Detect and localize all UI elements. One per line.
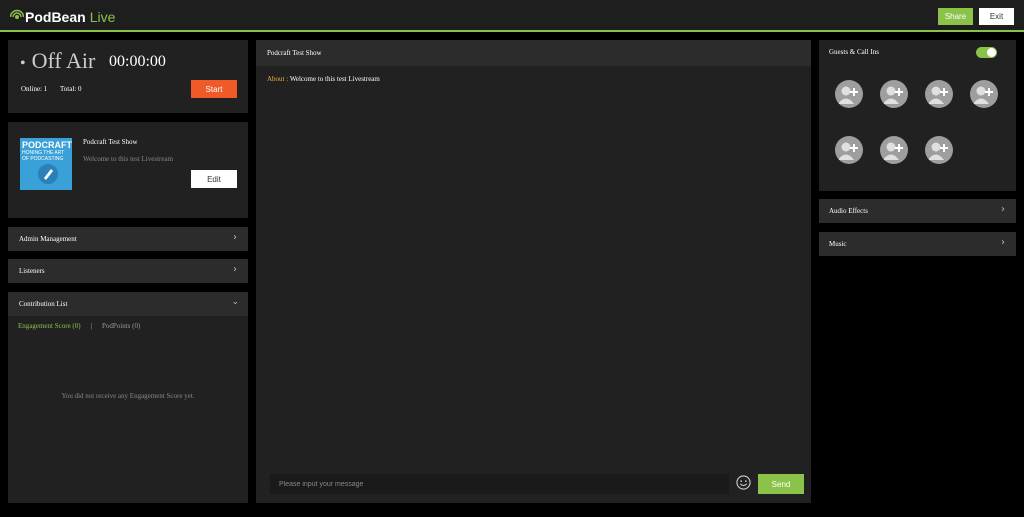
chevron-down-icon: ⌄ [231, 297, 239, 307]
air-status: • Off Air [20, 48, 95, 74]
contribution-list-header[interactable]: Contribution List ⌄ [8, 292, 248, 316]
section-label: Admin Management [19, 235, 77, 243]
about-label: About : [267, 75, 289, 83]
share-button[interactable]: Share [938, 8, 973, 25]
add-guest-icon [838, 86, 858, 104]
contribution-list-panel: Contribution List ⌄ Engagement Score (0)… [8, 292, 248, 503]
add-guest-icon [838, 142, 858, 160]
about-line: About : Welcome to this test Livestream [267, 75, 380, 83]
music-section[interactable]: Music › [819, 232, 1016, 256]
chevron-right-icon: › [1001, 237, 1005, 248]
show-description: Welcome to this test Livestream [83, 155, 174, 163]
emoji-icon[interactable] [736, 475, 751, 490]
total-count: Total: 0 [60, 85, 82, 93]
add-guest-slot[interactable] [925, 80, 953, 108]
chat-header: Podcraft Test Show [256, 40, 811, 66]
chevron-right-icon: › [233, 264, 237, 275]
add-guest-icon [973, 86, 993, 104]
show-cover-image: PODCRAFT HONING THE ART OF PODCASTING [20, 138, 72, 190]
microphone-icon [38, 164, 58, 184]
add-guest-icon [883, 86, 903, 104]
add-guest-slot[interactable] [880, 80, 908, 108]
edit-button[interactable]: Edit [191, 170, 237, 188]
listeners-section[interactable]: Listeners › [8, 259, 248, 283]
add-guest-icon [928, 86, 948, 104]
broadcast-icon [10, 9, 24, 19]
guests-panel: Guests & Call Ins [819, 40, 1016, 191]
add-guest-slot[interactable] [970, 80, 998, 108]
contribution-list-title: Contribution List [19, 300, 68, 308]
section-label: Listeners [19, 267, 45, 275]
guests-title: Guests & Call Ins [829, 48, 879, 56]
broadcast-status-panel: • Off Air 00:00:00 Online: 1 Total: 0 St… [8, 40, 248, 113]
podbean-logo[interactable]: PodBean Live [10, 8, 115, 26]
about-text: Welcome to this test Livestream [289, 75, 380, 83]
chat-panel: Podcraft Test Show About : Welcome to th… [256, 40, 811, 503]
toggle-knob [987, 48, 996, 57]
section-label: Audio Effects [829, 207, 868, 215]
admin-management-section[interactable]: Admin Management › [8, 227, 248, 251]
cover-title: PODCRAFT [22, 140, 72, 150]
chevron-right-icon: › [1001, 204, 1005, 215]
logo-live-text: Live [89, 9, 116, 25]
add-guest-slot[interactable] [925, 136, 953, 164]
add-guest-icon [928, 142, 948, 160]
add-guest-icon [883, 142, 903, 160]
send-button[interactable]: Send [758, 474, 804, 494]
show-title: Podcraft Test Show [83, 138, 138, 146]
add-guest-slot[interactable] [835, 80, 863, 108]
exit-button[interactable]: Exit [979, 8, 1014, 25]
add-guest-slot[interactable] [835, 136, 863, 164]
chat-title: Podcraft Test Show [267, 49, 322, 57]
air-status-text: Off Air [31, 48, 96, 73]
tab-podpoints[interactable]: PodPoints (0) [102, 322, 140, 330]
start-button[interactable]: Start [191, 80, 237, 98]
logo-text: PodBean [25, 9, 86, 25]
audio-effects-section[interactable]: Audio Effects › [819, 199, 1016, 223]
contribution-tabs: Engagement Score (0) | PodPoints (0) [18, 322, 140, 330]
tab-separator: | [90, 322, 92, 330]
message-input[interactable] [270, 474, 729, 494]
chevron-right-icon: › [233, 232, 237, 243]
status-dot-icon: • [20, 55, 26, 72]
add-guest-slot[interactable] [880, 136, 908, 164]
broadcast-timer: 00:00:00 [109, 53, 166, 70]
cover-subtitle: HONING THE ART OF PODCASTING [22, 150, 65, 162]
online-count: Online: 1 [21, 85, 48, 93]
section-label: Music [829, 240, 847, 248]
top-bar: PodBean Live Share Exit [0, 0, 1024, 32]
empty-state-text: You did not receive any Engagement Score… [61, 392, 195, 400]
show-card: PODCRAFT HONING THE ART OF PODCASTING Po… [8, 122, 248, 218]
guests-toggle[interactable] [976, 47, 997, 58]
tab-engagement-score[interactable]: Engagement Score (0) [18, 322, 81, 330]
